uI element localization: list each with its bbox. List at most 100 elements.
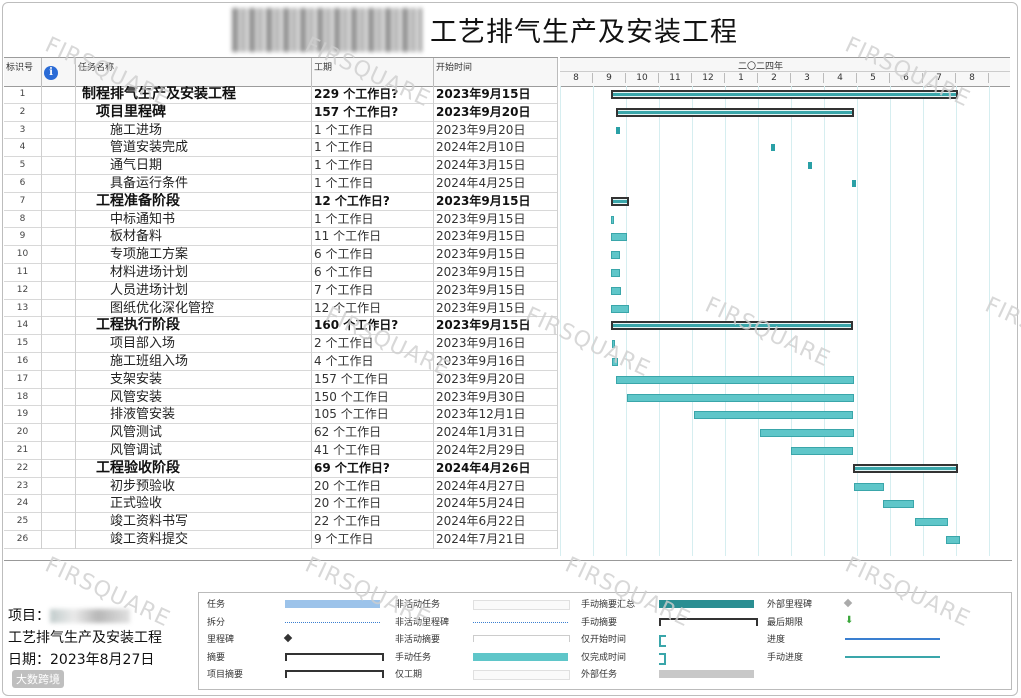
task-duration[interactable]: 1 个工作日	[312, 175, 434, 193]
summary-bar[interactable]	[610, 90, 958, 99]
task-bar[interactable]	[946, 536, 960, 544]
summary-bar[interactable]	[610, 196, 629, 206]
task-name[interactable]: 具备运行条件	[76, 175, 312, 193]
task-start[interactable]: 2024年4月26日	[434, 459, 558, 478]
task-duration[interactable]: 7 个工作日	[312, 281, 434, 300]
task-bar[interactable]	[610, 304, 629, 313]
task-start[interactable]: 2024年2月29日	[434, 442, 558, 460]
task-start[interactable]: 2024年3月15日	[434, 157, 558, 175]
table-row[interactable]: 18 风管安装 150 个工作日 2023年9月30日	[4, 388, 558, 407]
task-name[interactable]: 施工进场	[76, 121, 312, 140]
task-start[interactable]: 2023年9月15日	[434, 281, 558, 300]
task-bar[interactable]	[610, 233, 628, 242]
task-duration[interactable]: 20 个工作日	[312, 477, 434, 496]
table-row[interactable]: 5 通气日期 1 个工作日 2024年3月15日	[4, 157, 558, 175]
task-duration[interactable]: 20 个工作日	[312, 495, 434, 514]
table-row[interactable]: 26 竣工资料提交 9 个工作日 2024年7月21日	[4, 531, 558, 549]
table-row[interactable]: 2 项目里程碑 157 个工作日? 2023年9月20日	[4, 103, 558, 122]
task-duration[interactable]: 150 个工作日	[312, 388, 434, 407]
col-start-header[interactable]: 开始时间	[434, 58, 558, 86]
task-start[interactable]: 2023年9月16日	[434, 335, 558, 353]
task-start[interactable]: 2024年5月24日	[434, 495, 558, 514]
task-bar[interactable]	[626, 393, 855, 402]
task-start[interactable]: 2023年9月15日	[434, 264, 558, 282]
task-name[interactable]: 施工班组入场	[76, 353, 312, 371]
task-start[interactable]: 2024年4月27日	[434, 477, 558, 496]
task-name[interactable]: 风管测试	[76, 424, 312, 442]
task-name[interactable]: 人员进场计划	[76, 281, 312, 300]
summary-bar[interactable]	[616, 107, 854, 117]
milestone-bar[interactable]	[851, 180, 856, 187]
summary-bar[interactable]	[853, 463, 958, 473]
task-name[interactable]: 支架安装	[76, 370, 312, 389]
table-row[interactable]: 11 材料进场计划 6 个工作日 2023年9月15日	[4, 264, 558, 282]
task-name[interactable]: 风管调试	[76, 442, 312, 460]
task-bar[interactable]	[883, 500, 914, 509]
table-row[interactable]: 12 人员进场计划 7 个工作日 2023年9月15日	[4, 281, 558, 300]
milestone-bar[interactable]	[807, 162, 812, 170]
milestone-bar[interactable]	[770, 144, 775, 152]
task-duration[interactable]: 22 个工作日	[312, 513, 434, 531]
task-name[interactable]: 中标通知书	[76, 210, 312, 229]
task-name[interactable]: 竣工资料书写	[76, 513, 312, 531]
task-duration[interactable]: 1 个工作日	[312, 157, 434, 175]
table-row[interactable]: 1 制程排气生产及安装工程 229 个工作日? 2023年9月15日	[4, 86, 558, 104]
task-start[interactable]: 2023年9月15日	[434, 86, 558, 104]
task-duration[interactable]: 6 个工作日	[312, 246, 434, 264]
task-duration[interactable]: 157 个工作日	[312, 370, 434, 389]
task-start[interactable]: 2023年9月15日	[434, 246, 558, 264]
task-duration[interactable]: 1 个工作日	[312, 121, 434, 140]
table-row[interactable]: 16 施工班组入场 4 个工作日 2023年9月16日	[4, 353, 558, 371]
task-name[interactable]: 工程准备阶段	[76, 192, 312, 211]
task-duration[interactable]: 62 个工作日	[312, 424, 434, 442]
task-start[interactable]: 2024年6月22日	[434, 513, 558, 531]
table-row[interactable]: 17 支架安装 157 个工作日 2023年9月20日	[4, 370, 558, 389]
task-duration[interactable]: 1 个工作日	[312, 139, 434, 158]
task-start[interactable]: 2024年1月31日	[434, 424, 558, 442]
task-start[interactable]: 2023年9月15日	[434, 210, 558, 229]
task-name[interactable]: 项目里程碑	[76, 103, 312, 122]
table-row[interactable]: 20 风管测试 62 个工作日 2024年1月31日	[4, 424, 558, 442]
task-bar[interactable]	[694, 411, 854, 420]
task-bar[interactable]	[616, 375, 854, 384]
task-start[interactable]: 2024年4月25日	[434, 175, 558, 193]
task-duration[interactable]: 9 个工作日	[312, 531, 434, 549]
task-bar[interactable]	[610, 286, 622, 295]
task-name[interactable]: 排液管安装	[76, 406, 312, 425]
task-bar[interactable]	[610, 215, 614, 224]
table-row[interactable]: 23 初步预验收 20 个工作日 2024年4月27日	[4, 477, 558, 496]
table-row[interactable]: 6 具备运行条件 1 个工作日 2024年4月25日	[4, 175, 558, 193]
task-duration[interactable]: 69 个工作日?	[312, 459, 434, 478]
task-name[interactable]: 竣工资料提交	[76, 531, 312, 549]
table-row[interactable]: 7 工程准备阶段 12 个工作日? 2023年9月15日	[4, 192, 558, 211]
task-bar[interactable]	[760, 429, 854, 438]
task-start[interactable]: 2023年9月30日	[434, 388, 558, 407]
task-name[interactable]: 正式验收	[76, 495, 312, 514]
task-name[interactable]: 制程排气生产及安装工程	[76, 86, 312, 104]
task-start[interactable]: 2023年12月1日	[434, 406, 558, 425]
table-row[interactable]: 8 中标通知书 1 个工作日 2023年9月15日	[4, 210, 558, 229]
table-row[interactable]: 10 专项施工方案 6 个工作日 2023年9月15日	[4, 246, 558, 264]
task-bar[interactable]	[610, 269, 620, 277]
task-name[interactable]: 专项施工方案	[76, 246, 312, 264]
task-bar[interactable]	[791, 447, 854, 455]
task-name[interactable]: 板材备料	[76, 228, 312, 247]
task-name[interactable]: 风管安装	[76, 388, 312, 407]
task-name[interactable]: 图纸优化深化管控	[76, 299, 312, 318]
table-row[interactable]: 3 施工进场 1 个工作日 2023年9月20日	[4, 121, 558, 140]
task-duration[interactable]: 11 个工作日	[312, 228, 434, 247]
task-name[interactable]: 工程验收阶段	[76, 459, 312, 478]
table-row[interactable]: 4 管道安装完成 1 个工作日 2024年2月10日	[4, 139, 558, 158]
task-duration[interactable]: 1 个工作日	[312, 210, 434, 229]
task-start[interactable]: 2024年2月10日	[434, 139, 558, 158]
task-name[interactable]: 工程执行阶段	[76, 317, 312, 336]
task-start[interactable]: 2023年9月20日	[434, 121, 558, 140]
table-row[interactable]: 22 工程验收阶段 69 个工作日? 2024年4月26日	[4, 459, 558, 478]
table-row[interactable]: 13 图纸优化深化管控 12 个工作日 2023年9月15日	[4, 299, 558, 318]
task-start[interactable]: 2023年9月20日	[434, 103, 558, 122]
task-duration[interactable]: 12 个工作日?	[312, 192, 434, 211]
task-bar[interactable]	[610, 251, 620, 260]
task-name[interactable]: 项目部入场	[76, 335, 312, 353]
table-row[interactable]: 9 板材备料 11 个工作日 2023年9月15日	[4, 228, 558, 247]
table-row[interactable]: 24 正式验收 20 个工作日 2024年5月24日	[4, 495, 558, 514]
